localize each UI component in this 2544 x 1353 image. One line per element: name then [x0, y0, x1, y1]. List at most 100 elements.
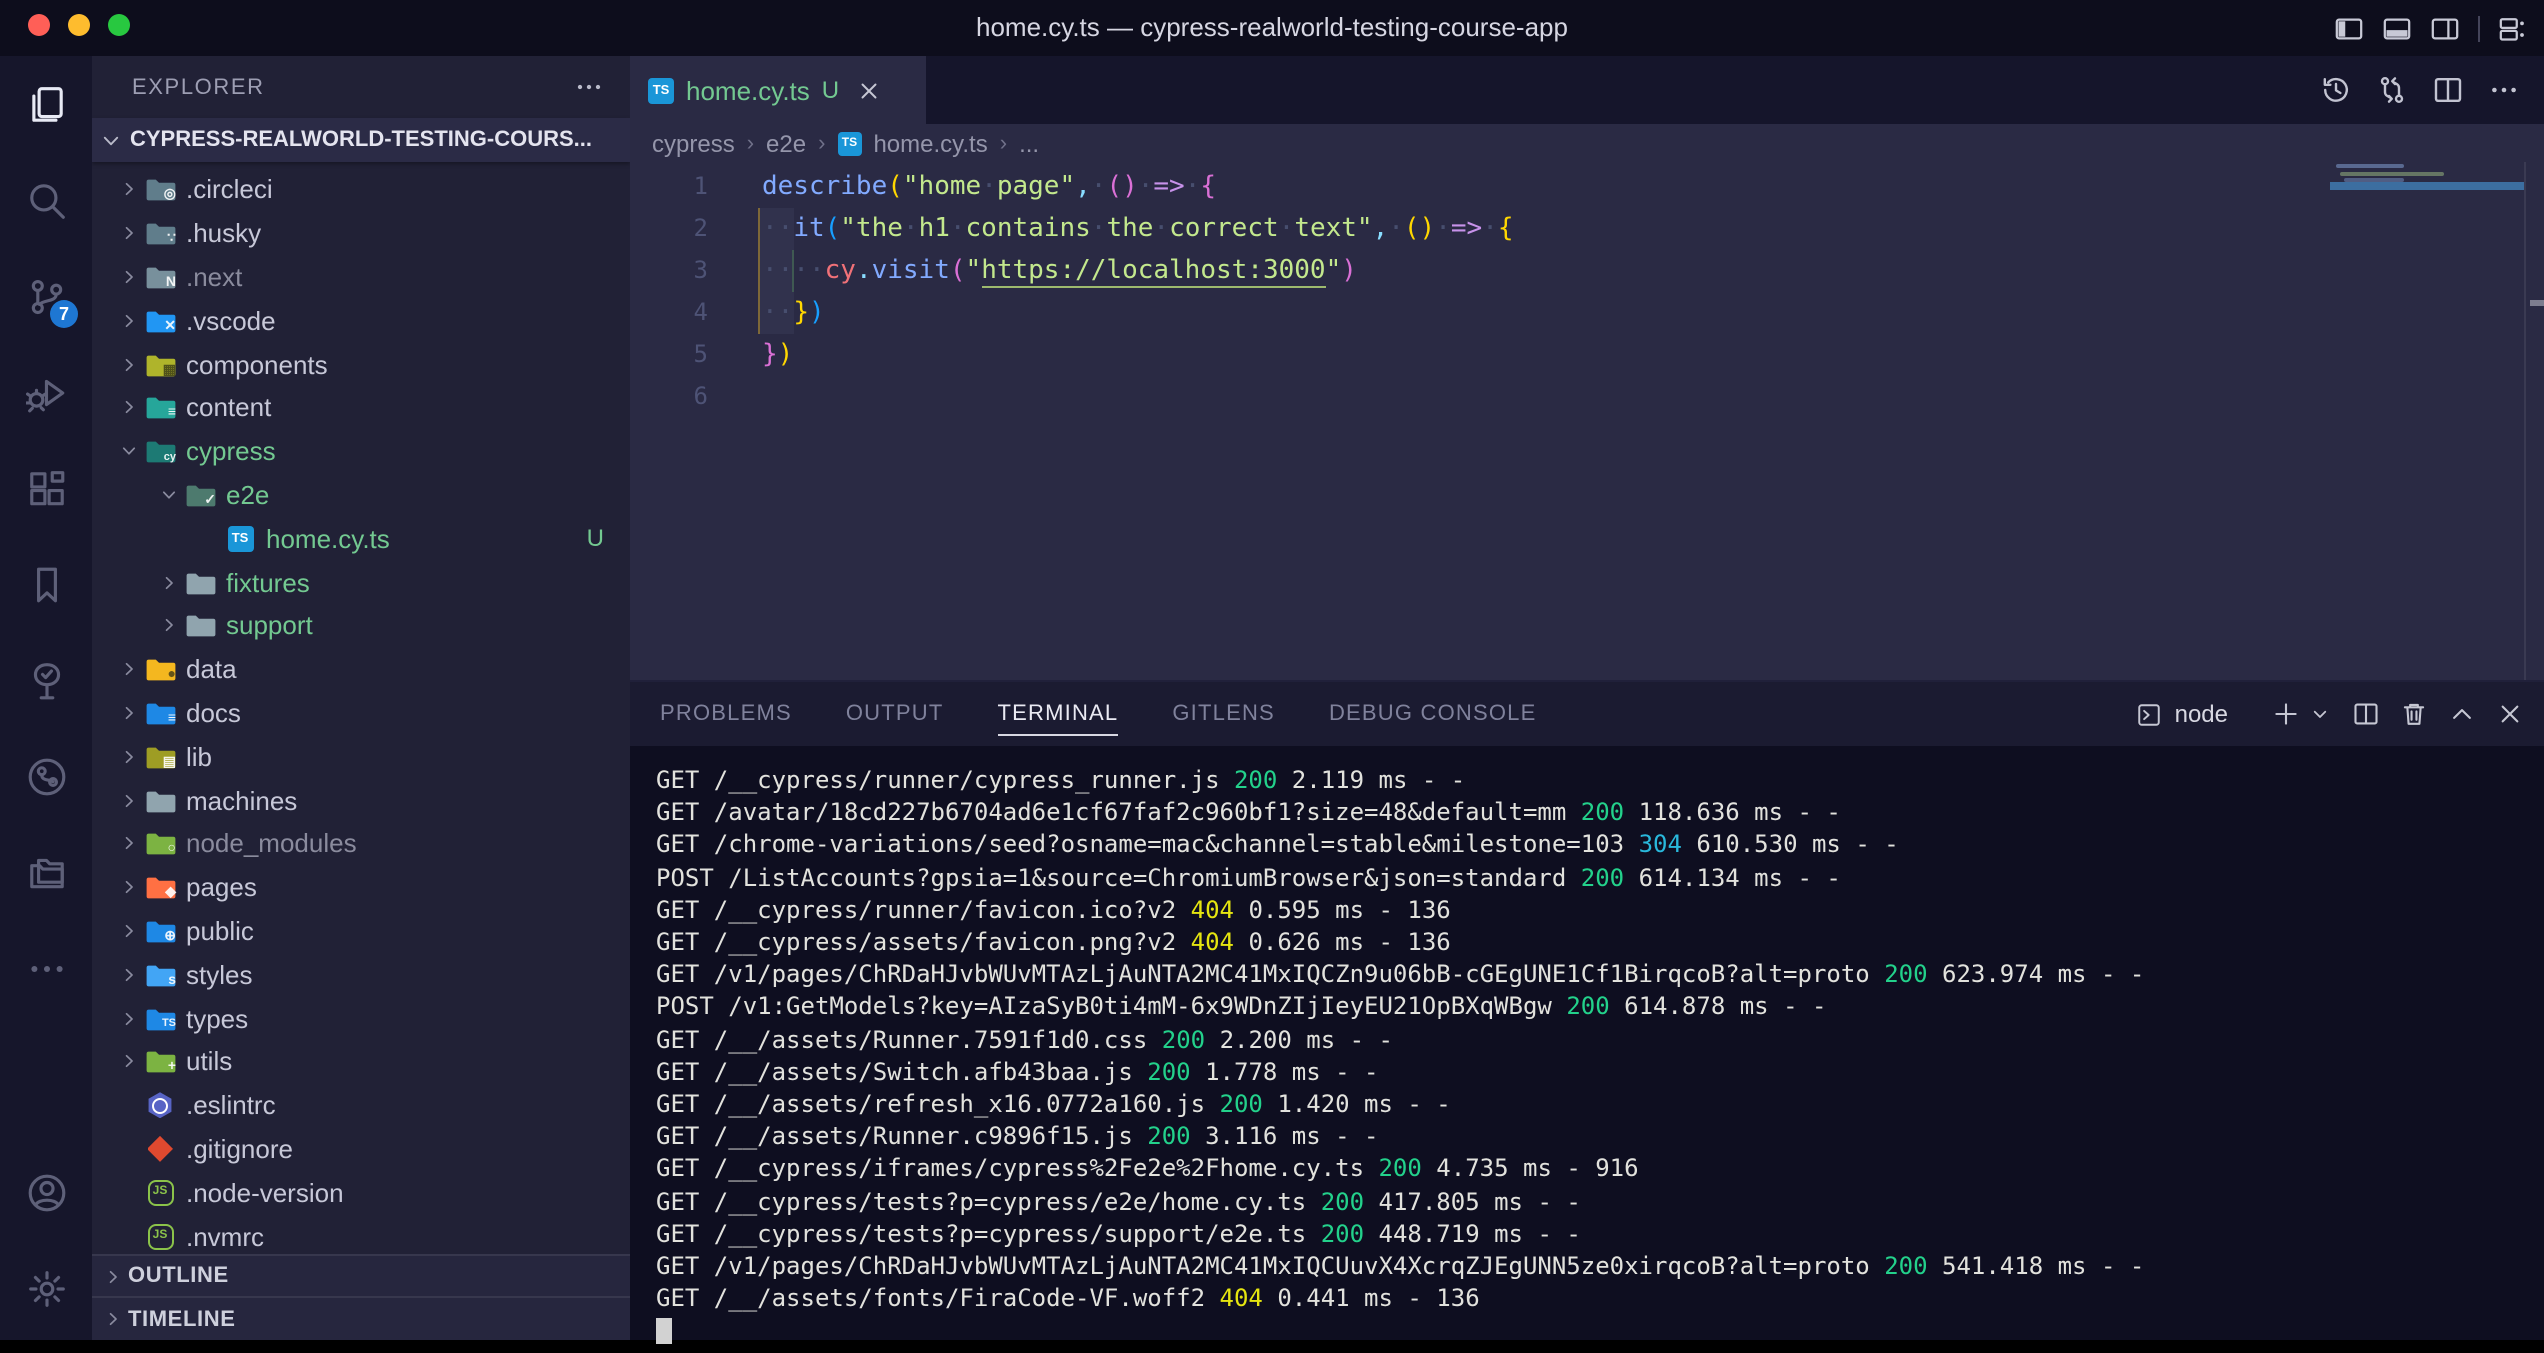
tree-item-lib[interactable]: ▤lib [92, 735, 630, 779]
tree-item-.vscode[interactable]: ✕.vscode [92, 299, 630, 343]
status-code: 200 [1147, 1058, 1190, 1086]
breadcrumb-item-e2e[interactable]: e2e [766, 129, 806, 157]
tree-item-home.cy.ts[interactable]: TShome.cy.tsU [92, 517, 630, 561]
activity-item-settings[interactable] [0, 1240, 92, 1336]
terminal-picker-icon[interactable] [2308, 702, 2332, 726]
tab-home-cy-ts[interactable]: TS home.cy.ts U [630, 56, 926, 124]
split-editor-icon[interactable] [2432, 74, 2464, 106]
line-number: 2 [630, 208, 708, 250]
status-code: 404 [1191, 928, 1234, 956]
code-editor[interactable]: 1describe("home·page",·()·=>·{2··it("the… [630, 162, 2544, 680]
panel-tab-output[interactable]: OUTPUT [846, 682, 944, 746]
layout-customize-icon[interactable] [2498, 13, 2528, 43]
activity-item-search[interactable] [0, 152, 92, 248]
history-icon[interactable] [2320, 74, 2352, 106]
folder-icon-components: ▦ [144, 349, 176, 379]
editor-area: TS home.cy.ts U cypress›e2e›TShome.cy.ts… [630, 56, 2544, 1340]
chevron-right-icon [112, 963, 144, 985]
more-actions-icon[interactable] [2488, 74, 2520, 106]
layout-sidebar-right-icon[interactable] [2430, 13, 2460, 43]
panel-tab-gitlens[interactable]: GITLENS [1172, 682, 1275, 746]
tree-item-support[interactable]: support [92, 604, 630, 648]
tree-item-e2e[interactable]: ✓e2e [92, 473, 630, 517]
terminal-shell-selector[interactable]: node [2137, 700, 2228, 728]
breadcrumb-item-cypress[interactable]: cypress [652, 129, 735, 157]
tree-item-public[interactable]: ⊕public [92, 909, 630, 953]
breadcrumb: cypress›e2e›TShome.cy.ts›... [630, 124, 2544, 162]
tree-item-.next[interactable]: N.next [92, 255, 630, 299]
breadcrumb-item--[interactable]: ... [1019, 129, 1039, 157]
tree-item-.node-version[interactable]: JS.node-version [92, 1171, 630, 1215]
layout-panel-icon[interactable] [2382, 13, 2412, 43]
minimap[interactable] [2330, 162, 2524, 680]
kill-terminal-icon[interactable] [2400, 700, 2428, 728]
folder-icon-styles: s [144, 959, 176, 989]
tree-item-.gitignore[interactable]: .gitignore [92, 1127, 630, 1171]
code-line-4: 4··}) [630, 292, 2544, 334]
outline-label: OUTLINE [128, 1264, 229, 1288]
tree-item-.eslintrc[interactable]: .eslintrc [92, 1083, 630, 1127]
search-icon [25, 179, 67, 221]
tree-item-components[interactable]: ▦components [92, 342, 630, 386]
tree-item-label: .husky [186, 218, 261, 248]
tab-modified-badge: U [822, 76, 839, 104]
tree-item-fixtures[interactable]: fixtures [92, 560, 630, 604]
maximize-panel-icon[interactable] [2448, 700, 2476, 728]
activity-item-files[interactable] [0, 56, 92, 152]
activity-item-more[interactable] [0, 920, 92, 1016]
status-code: 200 [1234, 766, 1277, 794]
status-code: 200 [1581, 863, 1624, 891]
close-tab-icon[interactable] [855, 77, 881, 103]
activity-item-extensions[interactable] [0, 440, 92, 536]
tree-item-pages[interactable]: ◆pages [92, 866, 630, 910]
activity-item-gitlens[interactable] [0, 728, 92, 824]
tree-item-cypress[interactable]: cycypress [92, 430, 630, 474]
activity-item-run-debug[interactable] [0, 344, 92, 440]
tree-item-node_modules[interactable]: ○node_modules [92, 822, 630, 866]
tree-item-types[interactable]: TStypes [92, 996, 630, 1040]
tree-item-styles[interactable]: sstyles [92, 953, 630, 997]
folder-icon-pages: ◆ [144, 872, 176, 902]
terminal-output[interactable]: GET /__cypress/runner/cypress_runner.js … [630, 746, 2544, 1340]
activity-item-account[interactable] [0, 1144, 92, 1240]
panel-tab-terminal[interactable]: TERMINAL [998, 682, 1119, 746]
tree-item-content[interactable]: ≡content [92, 386, 630, 430]
chevron-down-icon [98, 127, 124, 153]
workspace-section-header[interactable]: CYPRESS-REALWORLD-TESTING-COURS... [92, 118, 630, 162]
tree-item-.circleci[interactable]: ◎.circleci [92, 168, 630, 212]
panel-tab-problems[interactable]: PROBLEMS [660, 682, 792, 746]
file-icon-eslintrc [144, 1090, 176, 1120]
tree-item-utils[interactable]: +utils [92, 1040, 630, 1084]
new-terminal-icon[interactable] [2272, 700, 2300, 728]
activity-item-testing[interactable] [0, 632, 92, 728]
layout-sidebar-left-icon[interactable] [2334, 13, 2364, 43]
minimap-slider[interactable] [2330, 182, 2524, 189]
outline-section-header[interactable]: OUTLINE [92, 1254, 630, 1297]
tree-item-docs[interactable]: ≡docs [92, 691, 630, 735]
chevron-right-icon [96, 1265, 128, 1287]
files-icon [25, 83, 67, 125]
breadcrumb-item-home-cy-ts[interactable]: home.cy.ts [873, 129, 987, 157]
folder-icon-fixtures [184, 567, 216, 597]
timeline-section-header[interactable]: TIMELINE [92, 1297, 630, 1340]
status-code: 404 [1220, 1285, 1263, 1313]
folder-icon-public: ⊕ [144, 916, 176, 946]
split-terminal-icon[interactable] [2352, 700, 2380, 728]
terminal-line: GET /__cypress/runner/cypress_runner.js … [656, 764, 2544, 796]
tree-item-.nvmrc[interactable]: JS.nvmrc [92, 1214, 630, 1258]
close-panel-icon[interactable] [2496, 700, 2524, 728]
chevron-right-icon [112, 1007, 144, 1029]
compare-changes-icon[interactable] [2376, 74, 2408, 106]
chevron-right-icon [112, 1051, 144, 1073]
tree-item-machines[interactable]: machines [92, 778, 630, 822]
explorer-more-actions-icon[interactable] [574, 72, 604, 102]
chevron-right-icon [112, 920, 144, 942]
code-line-5: 5}) [630, 334, 2544, 376]
titlebar: home.cy.ts — cypress-realworld-testing-c… [0, 0, 2544, 56]
tree-item-.husky[interactable]: ∵.husky [92, 212, 630, 256]
activity-item-bookmarks[interactable] [0, 536, 92, 632]
activity-item-project-folders[interactable] [0, 824, 92, 920]
panel-tab-debug-console[interactable]: DEBUG CONSOLE [1329, 682, 1537, 746]
tree-item-data[interactable]: ●data [92, 648, 630, 692]
activity-item-source-control[interactable]: 7 [0, 248, 92, 344]
